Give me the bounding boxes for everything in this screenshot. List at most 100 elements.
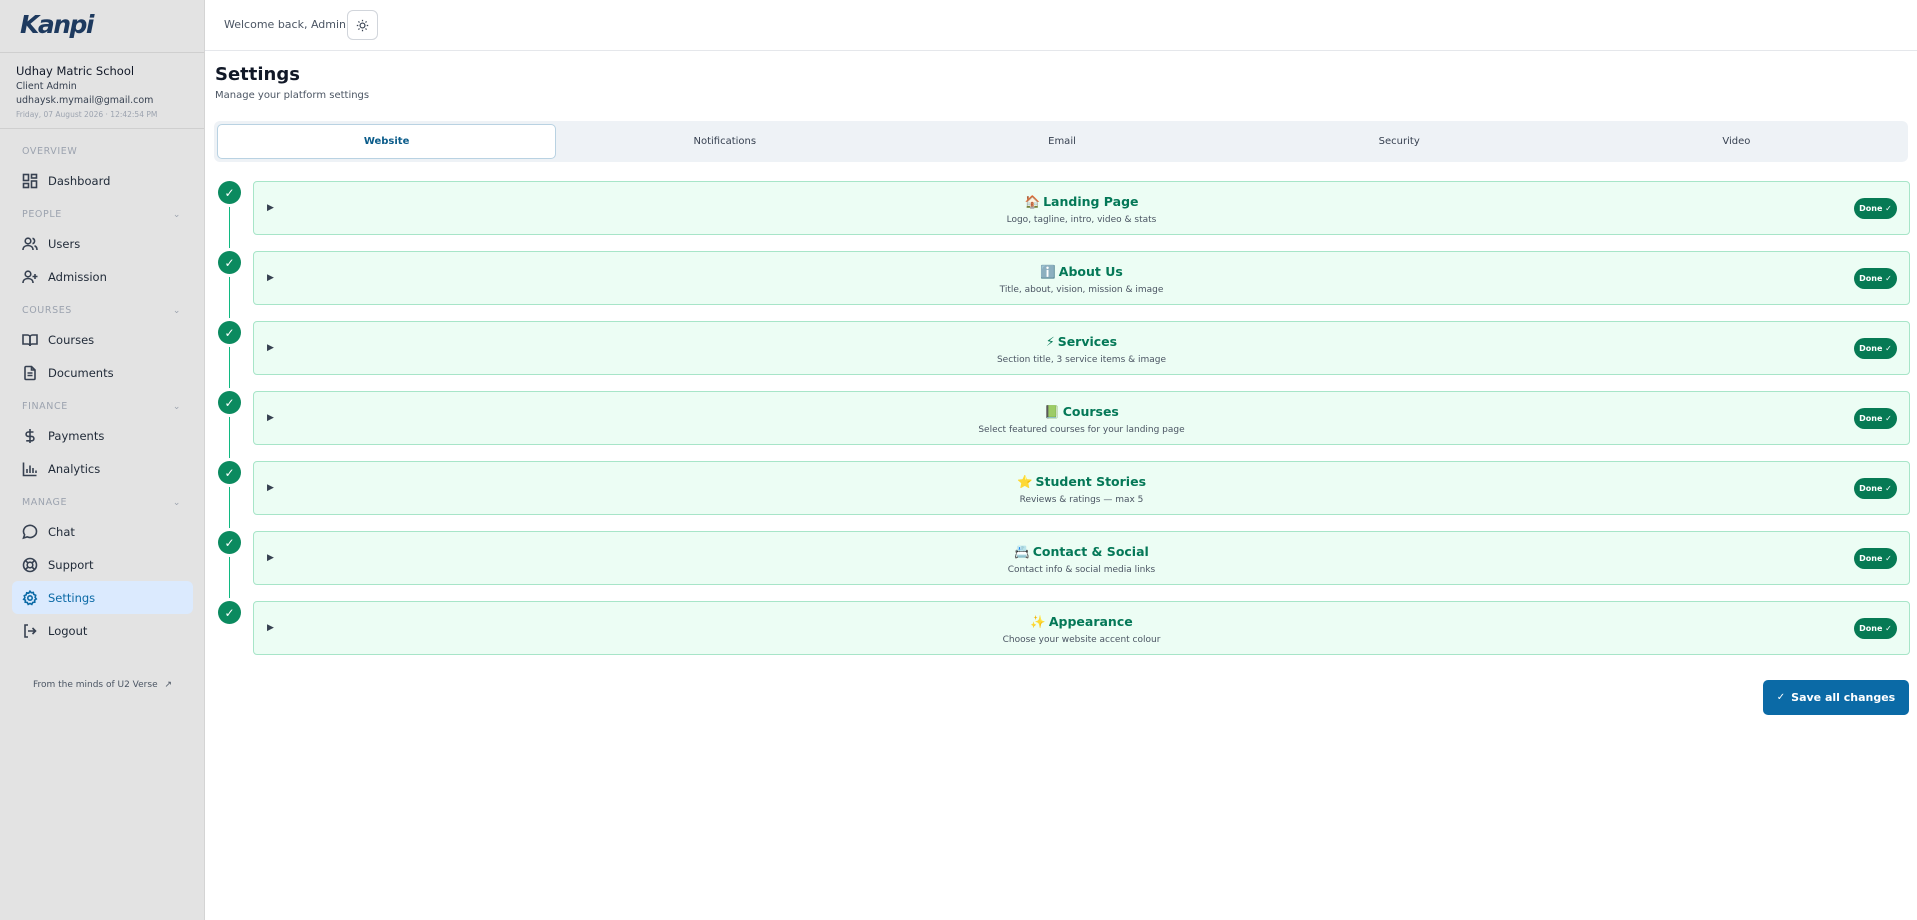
chevron-down-icon[interactable]: ⌄: [173, 299, 181, 323]
section-title: ℹ️ About Us: [1040, 264, 1123, 279]
check-icon: ✓: [218, 461, 241, 484]
check-icon: ✓: [218, 251, 241, 274]
sidebar-item-label: Payments: [48, 428, 105, 443]
section-label: MANAGE: [22, 497, 68, 508]
welcome-text: Welcome back, Admin: [224, 18, 347, 31]
profile-card: Udhay Matric School Client Admin udhaysk…: [0, 53, 204, 129]
external-link-icon: ↗: [164, 680, 173, 690]
check-icon: ✓: [218, 531, 241, 554]
bar-chart-icon: [22, 462, 37, 476]
section-label: FINANCE: [22, 401, 68, 412]
sun-icon: [356, 19, 369, 31]
section-courses[interactable]: COURSES ⌄: [0, 299, 205, 323]
section-description: Section title, 3 service items & image: [996, 355, 1167, 365]
sidebar-item-users[interactable]: Users: [12, 227, 193, 260]
sidebar-item-payments[interactable]: Payments: [12, 419, 193, 452]
dashboard-icon: [22, 173, 38, 188]
save-label: Save all changes: [1791, 691, 1896, 704]
page-title: Settings: [215, 64, 300, 85]
credits-text: From the minds of U2 Verse: [32, 680, 158, 690]
section-title: 📗 Courses: [1044, 404, 1119, 419]
check-icon: ✓: [1776, 692, 1786, 703]
sidebar-item-label: Documents: [48, 365, 114, 380]
lifebuoy-icon: [22, 557, 38, 572]
user-role: Client Admin: [16, 81, 77, 92]
section-item: ✓ ▶ ⭐ Student Stories Reviews & ratings —…: [205, 461, 1917, 517]
sidebar-item-support[interactable]: Support: [12, 548, 193, 581]
sidebar-item-dashboard[interactable]: Dashboard: [12, 164, 193, 197]
theme-toggle-button[interactable]: [347, 10, 378, 40]
section-card-courses[interactable]: ▶ 📗 Courses Select featured courses for y…: [253, 391, 1910, 445]
sidebar-item-label: Logout: [48, 623, 88, 638]
chat-icon: [22, 524, 38, 539]
sidebar-item-courses[interactable]: Courses: [12, 323, 193, 356]
sidebar-item-logout[interactable]: Logout: [12, 614, 193, 647]
dollar-icon: [25, 428, 35, 443]
sidebar-item-documents[interactable]: Documents: [12, 356, 193, 389]
section-item: ✓ ▶ 📗 Courses Select featured courses for…: [205, 391, 1917, 447]
section-manage[interactable]: MANAGE ⌄: [0, 491, 205, 515]
sidebar-item-label: Admission: [48, 269, 107, 284]
gear-icon: [22, 589, 38, 606]
sidebar-item-label: Chat: [48, 524, 75, 539]
section-people[interactable]: PEOPLE ⌄: [0, 203, 205, 227]
sidebar-item-label: Analytics: [48, 461, 101, 476]
star-icon: ⭐: [1016, 474, 1033, 489]
tab-notifications[interactable]: Notifications: [556, 124, 893, 159]
sidebar-item-label: Users: [48, 236, 81, 251]
section-label: OVERVIEW: [22, 146, 78, 157]
logo-area: Kanpi: [0, 0, 204, 53]
section-title: 🏠 Landing Page: [1024, 194, 1139, 209]
chevron-down-icon[interactable]: ⌄: [173, 395, 181, 419]
user-email: udhaysk.mymail@gmail.com: [16, 95, 154, 106]
section-card-appearance[interactable]: ▶ ✨ Appearance Choose your website accent…: [253, 601, 1910, 655]
home-icon: 🏠: [1024, 194, 1041, 209]
section-card-services[interactable]: ▶ ⚡ Services Section title, 3 service ite…: [253, 321, 1910, 375]
sparkles-icon: ✨: [1030, 614, 1046, 629]
user-plus-icon: [22, 269, 38, 283]
top-bar: Welcome back, Admin: [205, 0, 1917, 51]
credits-link[interactable]: From the minds of U2 Verse ↗: [0, 680, 205, 690]
check-icon: ✓: [218, 181, 241, 204]
section-card-landing-page[interactable]: ▶ 🏠 Landing Page Logo, tagline, intro, vi…: [253, 181, 1910, 235]
page-subtitle: Manage your platform settings: [215, 90, 370, 101]
section-card-about-us[interactable]: ▶ ℹ️ About Us Title, about, vision, missi…: [253, 251, 1910, 305]
section-item: ✓ ▶ 📇 Contact & Social Contact info & soc…: [205, 531, 1917, 587]
save-all-button[interactable]: ✓ Save all changes: [1763, 680, 1909, 715]
section-item: ✓ ▶ 🏠 Landing Page Logo, tagline, intro, …: [205, 181, 1917, 237]
book-open-icon: [22, 333, 38, 346]
section-label: COURSES: [22, 305, 72, 316]
school-name: Udhay Matric School: [16, 64, 135, 78]
section-finance[interactable]: FINANCE ⌄: [0, 395, 205, 419]
section-title: ⚡ Services: [1045, 334, 1118, 349]
section-overview: OVERVIEW: [0, 140, 205, 164]
section-card-student-stories[interactable]: ▶ ⭐ Student Stories Reviews & ratings — m…: [253, 461, 1910, 515]
sidebar-item-chat[interactable]: Chat: [12, 515, 193, 548]
sidebar-item-admission[interactable]: Admission: [12, 260, 193, 293]
section-label: PEOPLE: [22, 209, 62, 220]
tab-website[interactable]: Website: [217, 124, 557, 159]
lightning-icon: ⚡: [1045, 334, 1055, 349]
status-badge: Done ✓: [1854, 268, 1897, 289]
sidebar-item-analytics[interactable]: Analytics: [12, 452, 193, 485]
sidebar-item-settings[interactable]: Settings: [12, 581, 193, 614]
chevron-down-icon[interactable]: ⌄: [173, 491, 181, 515]
section-title: ⭐ Student Stories: [1016, 474, 1147, 489]
tab-video[interactable]: Video: [1568, 124, 1905, 159]
chevron-down-icon[interactable]: ⌄: [173, 203, 181, 227]
settings-tabs: Website Notifications Email Security Vid…: [214, 121, 1908, 162]
section-item: ✓ ▶ ℹ️ About Us Title, about, vision, mis…: [205, 251, 1917, 307]
status-badge: Done ✓: [1854, 618, 1897, 639]
sidebar-nav: OVERVIEW Dashboard PEOPLE ⌄ Users Admissi…: [0, 140, 205, 647]
check-icon: ✓: [218, 601, 241, 624]
status-badge: Done ✓: [1854, 548, 1897, 569]
tab-email[interactable]: Email: [893, 124, 1230, 159]
check-icon: ✓: [218, 321, 241, 344]
tab-security[interactable]: Security: [1231, 124, 1568, 159]
sidebar-item-label: Dashboard: [48, 173, 111, 188]
logout-icon: [24, 623, 37, 638]
section-item: ✓ ▶ ⚡ Services Section title, 3 service i…: [205, 321, 1917, 377]
brand-logo[interactable]: Kanpi: [20, 10, 95, 39]
section-card-contact-social[interactable]: ▶ 📇 Contact & Social Contact info & socia…: [253, 531, 1910, 585]
section-description: Contact info & social media links: [1007, 565, 1156, 575]
